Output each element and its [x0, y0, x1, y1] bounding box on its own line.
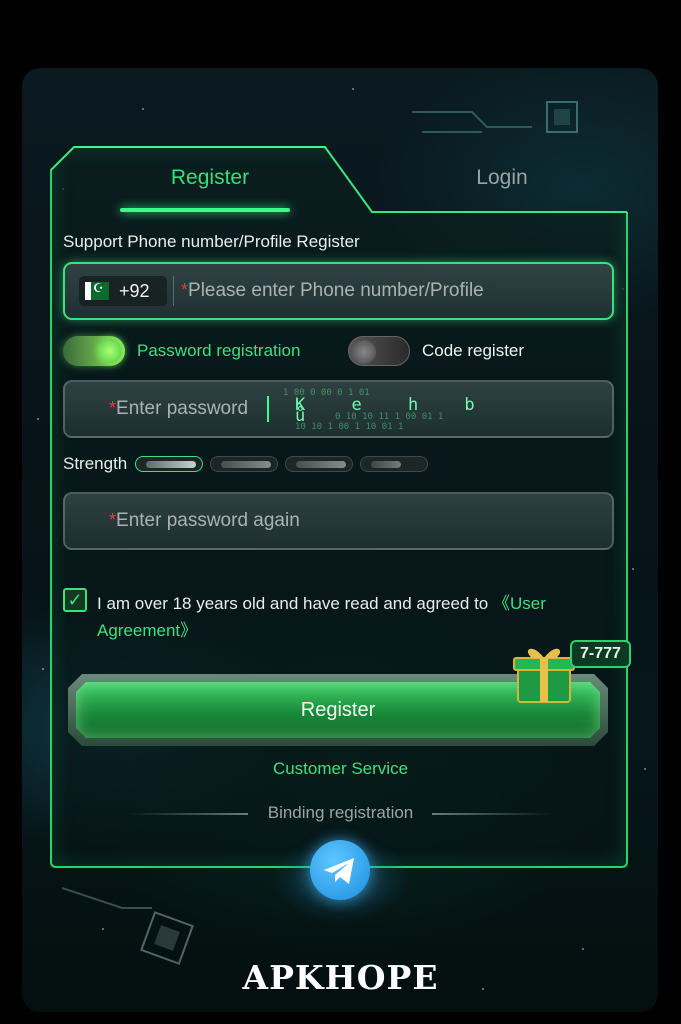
country-code-selector[interactable]: +92	[79, 276, 167, 306]
watermark-logo: APKHOPE	[242, 958, 439, 997]
gift-box-icon[interactable]	[512, 640, 576, 706]
telegram-icon[interactable]	[310, 840, 370, 900]
strength-segment	[360, 456, 429, 472]
strength-segment	[285, 456, 354, 472]
binding-registration-label: Binding registration	[267, 803, 414, 822]
strength-label: Strength	[63, 454, 128, 473]
toggle-password-label: Password registration	[137, 341, 301, 360]
phone-input[interactable]: +92 *Please enter Phone number/Profile	[63, 262, 614, 320]
agree-checkbox[interactable]: ✓	[63, 588, 87, 612]
gift-badge: 7-777	[570, 640, 631, 668]
agreement-text: I am over 18 years old and have read and…	[97, 594, 546, 640]
customer-service-link[interactable]: Customer Service	[0, 759, 681, 779]
pakistan-flag-icon	[85, 281, 109, 300]
tab-register[interactable]: Register	[110, 166, 310, 190]
phone-placeholder: *Please enter Phone number/Profile	[181, 280, 484, 301]
password-again-input[interactable]: *Enter password again	[63, 492, 614, 550]
password-registration-toggle[interactable]: Password registration	[63, 334, 300, 368]
text-cursor	[267, 396, 269, 422]
country-code: +92	[119, 280, 150, 301]
tab-login[interactable]: Login	[402, 166, 602, 190]
circuit-decoration-icon	[412, 101, 578, 133]
active-tab-indicator	[120, 208, 290, 212]
password-again-placeholder: *Enter password again	[109, 510, 300, 531]
input-divider	[173, 276, 174, 306]
strength-segment	[210, 456, 279, 472]
password-placeholder: *Enter password	[109, 398, 249, 419]
toggle-switch-off[interactable]	[348, 336, 410, 366]
password-input[interactable]: *Enter password 1 00 0 00 0 1 01 0 10 10…	[63, 380, 614, 438]
strength-meter: Strength	[63, 454, 435, 474]
matrix-decoration: 1 00 0 00 0 1 01 0 10 10 11 1 00 01 1 10…	[283, 388, 493, 432]
support-label: Support Phone number/Profile Register	[63, 232, 360, 251]
strength-segment	[135, 456, 204, 472]
toggle-code-label: Code register	[422, 341, 525, 360]
required-mark: *	[181, 280, 189, 300]
toggle-switch-on[interactable]	[63, 336, 125, 366]
code-register-toggle[interactable]: Code register	[348, 334, 524, 368]
circuit-chip-icon	[62, 887, 194, 965]
